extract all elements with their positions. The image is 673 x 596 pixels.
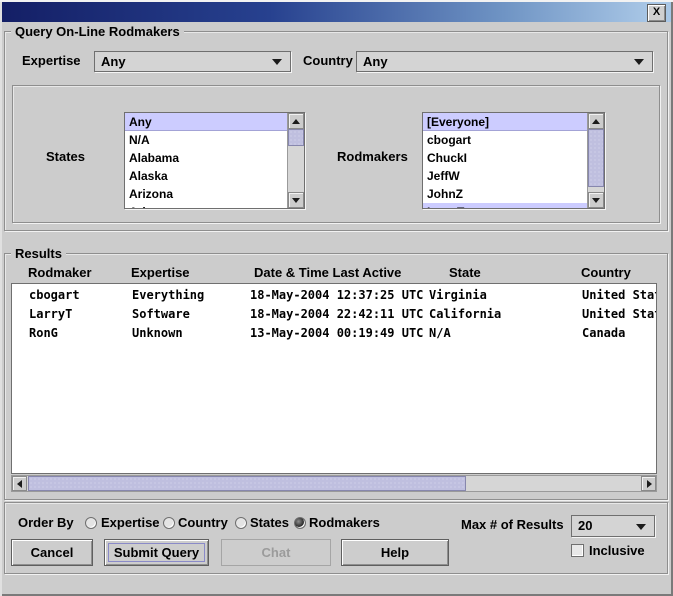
- radio-label-expertise[interactable]: Expertise: [101, 515, 160, 530]
- cancel-button[interactable]: Cancel: [11, 539, 93, 566]
- country-combobox[interactable]: Any: [356, 51, 653, 72]
- dialog-window: X Query On-Line Rodmakers Expertise Any …: [0, 0, 673, 596]
- help-button[interactable]: Help: [341, 539, 449, 566]
- results-table: cbogart Everything 18-May-2004 12:37:25 …: [11, 283, 657, 474]
- list-item[interactable]: Arkansas: [125, 203, 287, 208]
- list-item[interactable]: N/A: [125, 131, 287, 149]
- scroll-right-icon: [647, 480, 652, 488]
- column-header-expertise[interactable]: Expertise: [131, 265, 190, 280]
- lists-panel: States Any N/A Alabama Alaska Arizona Ar…: [12, 85, 660, 223]
- cell-country: Canada: [582, 326, 625, 340]
- close-icon: X: [653, 6, 660, 18]
- results-group-title: Results: [11, 246, 66, 261]
- radio-label-country[interactable]: Country: [178, 515, 228, 530]
- cell-country: United States: [582, 288, 657, 302]
- submit-query-button[interactable]: Submit Query: [104, 539, 209, 566]
- max-results-combobox-value: 20: [578, 518, 592, 533]
- states-scrollbar[interactable]: [287, 113, 304, 208]
- expertise-combobox-value: Any: [101, 54, 126, 69]
- list-item[interactable]: Arizona: [125, 185, 287, 203]
- scroll-left-button[interactable]: [12, 476, 27, 491]
- max-results-label: Max # of Results: [461, 517, 564, 532]
- scroll-up-button[interactable]: [288, 113, 304, 129]
- list-item[interactable]: JohnZ: [423, 185, 587, 203]
- results-horizontal-scrollbar[interactable]: [11, 475, 657, 492]
- cell-country: United States: [582, 307, 657, 321]
- expertise-label: Expertise: [22, 53, 81, 68]
- cell-last-active: 18-May-2004 22:42:11 UTC: [250, 307, 423, 321]
- results-group: Results Rodmaker Expertise Date & Time L…: [4, 253, 668, 500]
- expertise-combobox[interactable]: Any: [94, 51, 291, 72]
- close-button[interactable]: X: [647, 4, 666, 22]
- radio-order-country[interactable]: [163, 517, 175, 529]
- scroll-down-button[interactable]: [588, 192, 604, 208]
- states-label: States: [46, 149, 85, 164]
- list-item[interactable]: Alabama: [125, 149, 287, 167]
- query-group: Query On-Line Rodmakers Expertise Any Co…: [4, 31, 668, 231]
- list-item[interactable]: LarryT: [423, 203, 587, 208]
- list-item[interactable]: [Everyone]: [423, 113, 587, 131]
- rodmakers-label: Rodmakers: [337, 149, 408, 164]
- scroll-right-button[interactable]: [641, 476, 656, 491]
- list-item[interactable]: Any: [125, 113, 287, 131]
- list-item[interactable]: ChuckI: [423, 149, 587, 167]
- scroll-down-icon: [292, 198, 300, 203]
- table-row[interactable]: RonG Unknown 13-May-2004 00:19:49 UTC N/…: [12, 324, 656, 343]
- table-row[interactable]: LarryT Software 18-May-2004 22:42:11 UTC…: [12, 305, 656, 324]
- column-header-state[interactable]: State: [449, 265, 481, 280]
- country-combobox-value: Any: [363, 54, 388, 69]
- column-header-last-active[interactable]: Date & Time Last Active: [254, 265, 401, 280]
- cell-last-active: 13-May-2004 00:19:49 UTC: [250, 326, 423, 340]
- states-list-items: Any N/A Alabama Alaska Arizona Arkansas: [125, 113, 287, 208]
- rodmakers-list-items: [Everyone] cbogart ChuckI JeffW JohnZ La…: [423, 113, 587, 208]
- cell-state: N/A: [429, 326, 451, 340]
- rodmakers-scrollbar[interactable]: [587, 113, 604, 208]
- results-scrollbar-thumb[interactable]: [28, 476, 466, 491]
- cell-rodmaker: RonG: [29, 326, 58, 340]
- rodmakers-listbox[interactable]: [Everyone] cbogart ChuckI JeffW JohnZ La…: [422, 112, 605, 209]
- chevron-down-icon: [636, 524, 646, 530]
- radio-order-expertise[interactable]: [85, 517, 97, 529]
- title-bar[interactable]: X: [2, 2, 671, 22]
- scroll-up-icon: [592, 119, 600, 124]
- scroll-up-icon: [292, 119, 300, 124]
- footer-panel: Order By Expertise Country States Rodmak…: [4, 502, 668, 574]
- scroll-up-button[interactable]: [588, 113, 604, 129]
- radio-order-rodmakers[interactable]: [294, 517, 306, 529]
- list-item[interactable]: Alaska: [125, 167, 287, 185]
- max-results-combobox[interactable]: 20: [571, 515, 655, 537]
- inclusive-checkbox[interactable]: [571, 544, 584, 557]
- table-row[interactable]: cbogart Everything 18-May-2004 12:37:25 …: [12, 286, 656, 305]
- cell-rodmaker: cbogart: [29, 288, 80, 302]
- column-header-rodmaker[interactable]: Rodmaker: [28, 265, 92, 280]
- list-item[interactable]: JeffW: [423, 167, 587, 185]
- states-listbox[interactable]: Any N/A Alabama Alaska Arizona Arkansas: [124, 112, 305, 209]
- cell-rodmaker: LarryT: [29, 307, 72, 321]
- cell-expertise: Everything: [132, 288, 204, 302]
- inclusive-label[interactable]: Inclusive: [589, 543, 645, 558]
- chat-button[interactable]: Chat: [221, 539, 331, 566]
- list-item[interactable]: cbogart: [423, 131, 587, 149]
- radio-label-states[interactable]: States: [250, 515, 289, 530]
- cell-expertise: Unknown: [132, 326, 183, 340]
- chevron-down-icon: [634, 59, 644, 65]
- states-scrollbar-thumb[interactable]: [288, 129, 304, 146]
- radio-label-rodmakers[interactable]: Rodmakers: [309, 515, 380, 530]
- scroll-left-icon: [17, 480, 22, 488]
- rodmakers-scrollbar-thumb[interactable]: [588, 129, 604, 187]
- country-label: Country: [303, 53, 353, 68]
- scroll-down-button[interactable]: [288, 192, 304, 208]
- query-group-title: Query On-Line Rodmakers: [11, 24, 184, 39]
- radio-order-states[interactable]: [235, 517, 247, 529]
- cell-expertise: Software: [132, 307, 190, 321]
- order-by-label: Order By: [18, 515, 74, 530]
- scroll-down-icon: [592, 198, 600, 203]
- cell-state: California: [429, 307, 501, 321]
- cell-last-active: 18-May-2004 12:37:25 UTC: [250, 288, 423, 302]
- cell-state: Virginia: [429, 288, 487, 302]
- column-header-country[interactable]: Country: [581, 265, 631, 280]
- chevron-down-icon: [272, 59, 282, 65]
